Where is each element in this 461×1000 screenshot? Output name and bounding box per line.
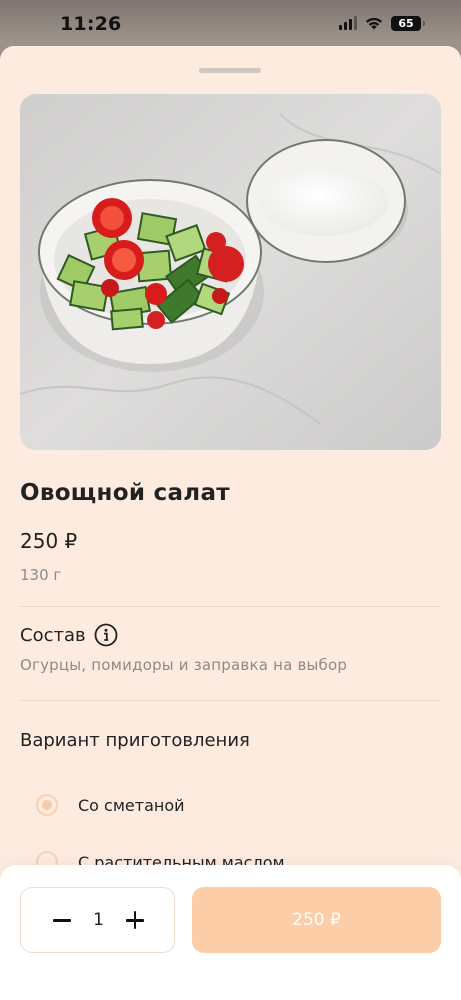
salad-photo <box>20 94 441 450</box>
radio-selected[interactable] <box>36 794 58 816</box>
composition-header: Состав <box>20 623 118 647</box>
quantity-value: 1 <box>93 910 104 930</box>
cellular-signal-icon <box>339 16 357 30</box>
product-title: Овощной салат <box>20 480 230 506</box>
variant-option-sour-cream[interactable]: Со сметаной <box>36 794 185 816</box>
battery-icon: 65 <box>391 15 425 31</box>
info-icon[interactable] <box>94 623 118 647</box>
status-bar: 11:26 65 <box>0 0 461 46</box>
divider <box>20 606 441 607</box>
product-price: 250 ₽ <box>20 529 78 553</box>
plus-button[interactable] <box>124 909 146 931</box>
wifi-icon <box>366 17 382 30</box>
quantity-stepper: 1 <box>20 887 175 953</box>
bottom-bar: 1 250 ₽ <box>0 865 461 1000</box>
status-icons: 65 <box>339 15 425 31</box>
minus-icon <box>53 919 71 922</box>
minus-button[interactable] <box>51 909 73 931</box>
status-time: 11:26 <box>60 13 122 35</box>
product-sheet: Овощной салат 250 ₽ 130 г Состав Огурцы,… <box>0 46 461 1000</box>
product-weight: 130 г <box>20 566 62 584</box>
screen: 11:26 65 Овощной салат 250 ₽ 130 г Соста… <box>0 0 461 1000</box>
sheet-grabber[interactable] <box>199 68 261 73</box>
composition-text: Огурцы, помидоры и заправка на выбор <box>20 656 348 674</box>
composition-title: Состав <box>20 624 86 646</box>
divider <box>20 700 441 701</box>
add-to-cart-button[interactable]: 250 ₽ <box>192 887 441 953</box>
variant-title: Вариант приготовления <box>20 730 250 751</box>
option-label: Со сметаной <box>78 795 185 815</box>
